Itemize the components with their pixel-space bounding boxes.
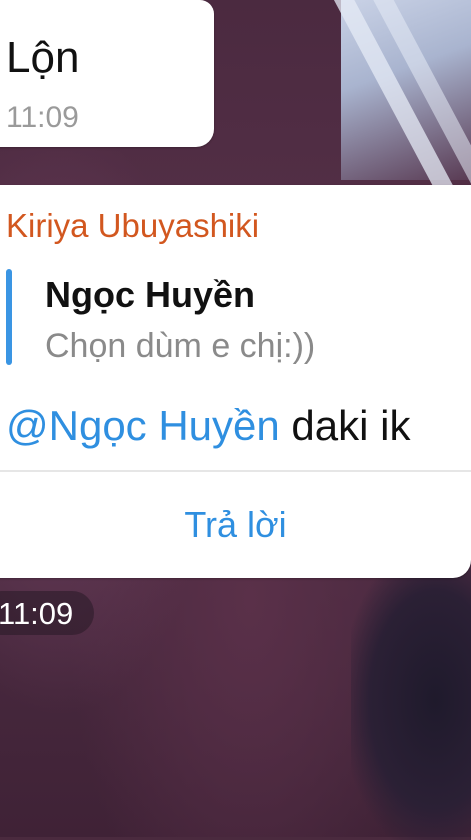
- message-time: 11:09: [0, 596, 74, 631]
- message-bubble-previous[interactable]: Lộn 11:09: [0, 0, 214, 147]
- user-mention-link[interactable]: @Ngọc Huyền: [6, 402, 280, 449]
- sender-name[interactable]: Kiriya Ubuyashiki: [6, 209, 259, 242]
- message-body-text: daki ik: [279, 402, 411, 449]
- message-time: 11:09: [6, 101, 79, 134]
- message-bubble-current[interactable]: Kiriya Ubuyashiki Ngọc Huyền Chọn dùm e …: [0, 185, 471, 578]
- quoted-sender-name: Ngọc Huyền: [45, 274, 256, 315]
- quote-bar: [6, 269, 12, 365]
- message-text: @Ngọc Huyền daki ik: [6, 405, 410, 447]
- message-text: Lộn: [6, 33, 80, 82]
- message-time-badge: 11:09: [0, 591, 94, 635]
- quoted-reply[interactable]: Ngọc Huyền Chọn dùm e chị:)): [6, 269, 406, 365]
- wallpaper-dark-area: [351, 560, 471, 840]
- reply-button[interactable]: Trả lời: [0, 472, 471, 578]
- quoted-message-text: Chọn dùm e chị:)): [45, 327, 316, 365]
